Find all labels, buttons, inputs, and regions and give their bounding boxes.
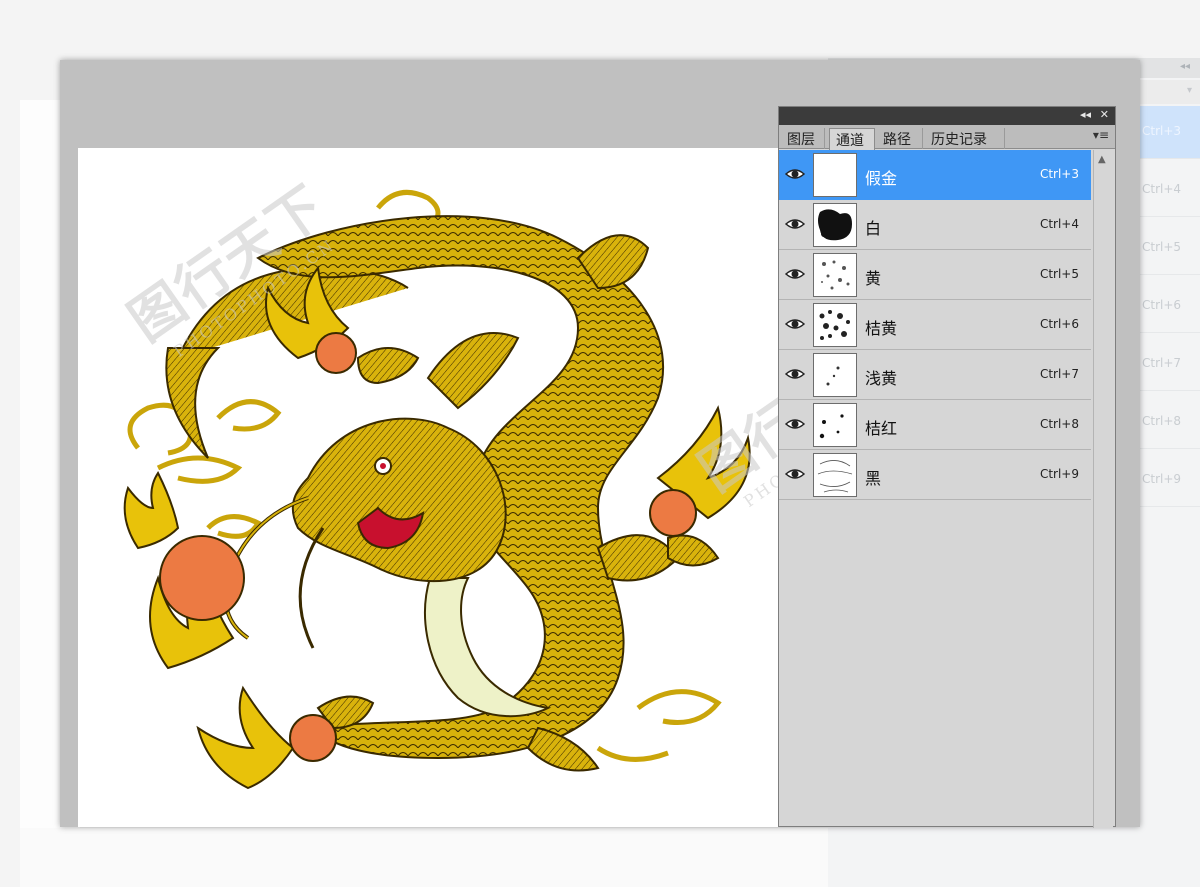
background-shortcut-label: Ctrl+3: [1142, 124, 1182, 138]
dragon-artwork: [123, 189, 751, 790]
background-channel-row: Ctrl+8: [1138, 396, 1200, 449]
channel-name: 白: [865, 219, 882, 238]
channel-thumbnail: [813, 203, 857, 247]
panel-scrollbar[interactable]: ▲: [1093, 150, 1113, 828]
panel-menu-icon[interactable]: ▾≡: [1093, 128, 1109, 142]
eye-icon[interactable]: [783, 362, 807, 386]
channel-shortcut: Ctrl+8: [1039, 417, 1079, 431]
channel-shortcut: Ctrl+4: [1039, 217, 1079, 231]
channel-thumbnail: [813, 303, 857, 347]
channel-list: 假金 Ctrl+3 白 Ctrl+4 黄 Ctrl+5 桔黄 Ctrl+6 浅黄 Ctrl+7 桔红…: [779, 150, 1091, 502]
background-shortcut-label: Ctrl+5: [1142, 240, 1182, 254]
tab-history[interactable]: 历史记录: [925, 128, 1005, 149]
channel-row[interactable]: 假金 Ctrl+3: [779, 150, 1091, 200]
background-channel-row: Ctrl+5: [1138, 222, 1200, 275]
channel-thumbnail: [813, 153, 857, 197]
background-channel-row: Ctrl+3: [1138, 106, 1200, 159]
channel-shortcut: Ctrl+7: [1039, 367, 1079, 381]
channel-row[interactable]: 白 Ctrl+4: [779, 200, 1091, 250]
eye-icon[interactable]: [783, 462, 807, 486]
panel-tabs: 图层 通道 路径 历史记录 ▾≡: [779, 125, 1115, 150]
channel-row[interactable]: 黄 Ctrl+5: [779, 250, 1091, 300]
channel-name: 黄: [865, 269, 882, 288]
channel-shortcut: Ctrl+5: [1039, 267, 1079, 281]
channel-name: 假金: [865, 169, 898, 188]
eye-icon[interactable]: [783, 262, 807, 286]
channel-shortcut: Ctrl+9: [1039, 467, 1079, 481]
tab-paths[interactable]: 路径: [877, 128, 923, 149]
channel-name: 桔黄: [865, 319, 898, 338]
collapse-icon[interactable]: ◂◂: [1080, 108, 1091, 121]
chevron-down-icon: ▾: [1186, 85, 1192, 96]
background-channel-row: Ctrl+7: [1138, 338, 1200, 391]
channel-shortcut: Ctrl+3: [1039, 167, 1079, 181]
background-channel-row: Ctrl+6: [1138, 280, 1200, 333]
background-shortcut-label: Ctrl+4: [1142, 182, 1182, 196]
eye-icon[interactable]: [783, 162, 807, 186]
document-canvas[interactable]: 图行天下 PHOTOPHOTO.CN 图行天下 PHOTOPHOTO.CN: [78, 148, 781, 827]
channel-thumbnail: [813, 403, 857, 447]
tab-channels[interactable]: 通道: [829, 128, 875, 150]
channel-row[interactable]: 桔黄 Ctrl+6: [779, 300, 1091, 350]
panel-title-bar[interactable]: ◂◂ ✕: [779, 107, 1115, 125]
channel-thumbnail: [813, 253, 857, 297]
scroll-up-icon[interactable]: ▲: [1098, 154, 1106, 165]
channel-shortcut: Ctrl+6: [1039, 317, 1079, 331]
double-chevron-icon: ◂◂: [1179, 61, 1190, 72]
background-shortcut-label: Ctrl+6: [1142, 298, 1182, 312]
close-icon[interactable]: ✕: [1100, 108, 1109, 121]
background-shortcut-label: Ctrl+9: [1142, 472, 1182, 486]
background-channel-row: Ctrl+4: [1138, 164, 1200, 217]
tab-layers[interactable]: 图层: [781, 128, 825, 149]
channel-row[interactable]: 桔红 Ctrl+8: [779, 400, 1091, 450]
background-shortcut-label: Ctrl+7: [1142, 356, 1182, 370]
channel-name: 桔红: [865, 419, 898, 438]
eye-icon[interactable]: [783, 412, 807, 436]
eye-icon[interactable]: [783, 212, 807, 236]
eye-icon[interactable]: [783, 312, 807, 336]
channel-row[interactable]: 黑 Ctrl+9: [779, 450, 1091, 500]
channel-row[interactable]: 浅黄 Ctrl+7: [779, 350, 1091, 400]
channel-name: 黑: [865, 469, 882, 488]
channel-thumbnail: [813, 353, 857, 397]
channel-name: 浅黄: [865, 369, 898, 388]
background-channel-row: Ctrl+9: [1138, 454, 1200, 507]
photoshop-window: 图行天下 PHOTOPHOTO.CN 图行天下 PHOTOPHOTO.CN ◂◂…: [60, 60, 1140, 828]
background-shortcut-label: Ctrl+8: [1142, 414, 1182, 428]
channel-thumbnail: [813, 453, 857, 497]
channels-panel: ◂◂ ✕ 图层 通道 路径 历史记录 ▾≡ 假金 Ctrl+3 白 Ctrl+4 黄 Ct…: [778, 106, 1116, 828]
